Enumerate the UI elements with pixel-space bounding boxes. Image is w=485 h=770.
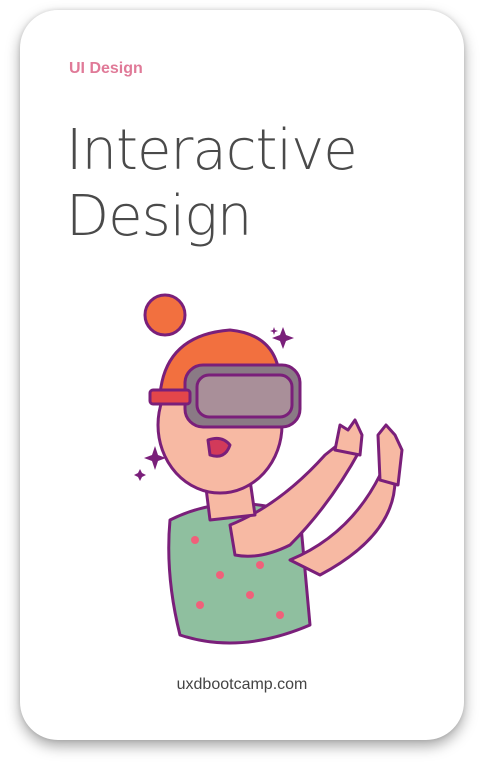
mouth xyxy=(206,436,232,458)
card: UI Design Interactive Design uxdbootcamp… xyxy=(20,10,464,740)
page-title: Interactive Design xyxy=(66,118,358,250)
title-line-2: Design xyxy=(66,184,252,249)
right-hand xyxy=(376,423,404,487)
left-hand xyxy=(333,418,364,457)
headset-strap xyxy=(148,388,192,406)
title-line-1: Interactive xyxy=(66,118,358,183)
vr-person-illustration xyxy=(134,293,404,645)
category-label: UI Design xyxy=(69,60,143,77)
website-link[interactable]: uxdbootcamp.com xyxy=(20,676,464,694)
hair-bun xyxy=(143,293,187,337)
